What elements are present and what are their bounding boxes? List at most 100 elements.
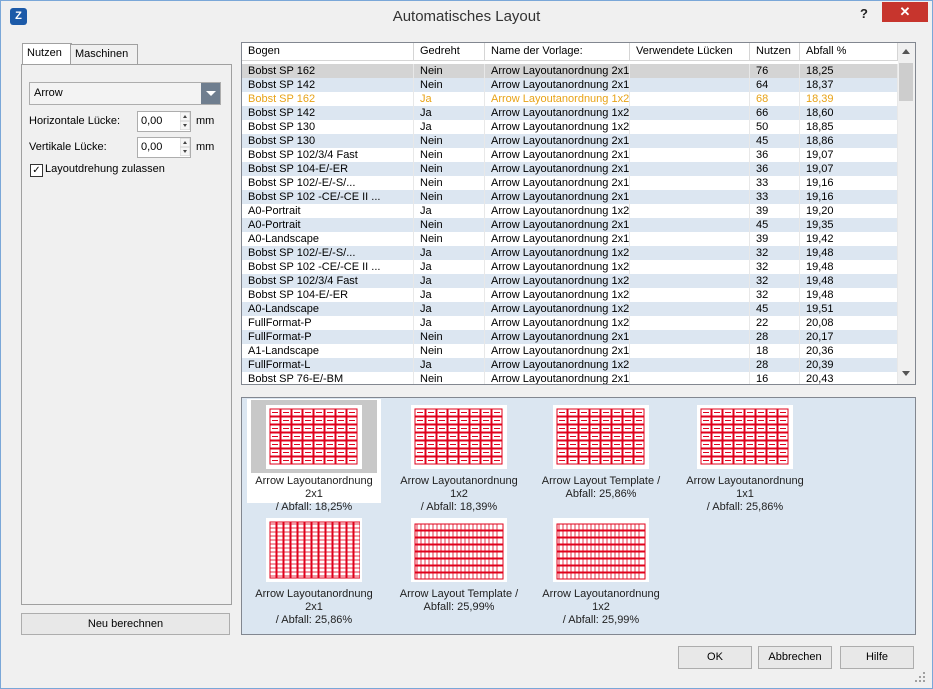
table-row[interactable]: Bobst SP 142 Nein Arrow Layoutanordnung 2x… xyxy=(242,78,898,92)
table-row[interactable]: A0-Portrait Nein Arrow Layoutanordnung 2x1… xyxy=(242,218,898,232)
table-row[interactable]: A0-Portrait Ja Arrow Layoutanordnung 1x2 39… xyxy=(242,204,898,218)
preview-label-line1: Arrow Layoutanordnung 1x2 xyxy=(400,475,518,500)
table-cell: Arrow Layoutanordnung 2x1 xyxy=(485,330,630,344)
preview-label-line2: / Abfall: 25,86% xyxy=(275,614,353,626)
close-button[interactable]: ✕ xyxy=(882,2,928,22)
table-row[interactable]: Bobst SP 102 -CE/-CE II ... Ja Arrow Layou… xyxy=(242,260,898,274)
table-row[interactable]: FullFormat-P Nein Arrow Layoutanordnung 2x… xyxy=(242,330,898,344)
v-gap-stepper-icon[interactable] xyxy=(180,138,190,156)
help-icon[interactable]: ? xyxy=(853,6,875,24)
scroll-up-icon[interactable] xyxy=(902,49,910,54)
table-row[interactable]: Bobst SP 130 Nein Arrow Layoutanordnung 2x… xyxy=(242,134,898,148)
preview-label-line2: / Abfall: 25,99% xyxy=(562,614,640,626)
table-scrollbar[interactable] xyxy=(898,43,915,384)
table-row[interactable]: Bobst SP 102/3/4 Fast Nein Arrow Layoutano… xyxy=(242,148,898,162)
table-row[interactable]: Bobst SP 102/-E/-S/... Ja Arrow Layoutanor… xyxy=(242,246,898,260)
table-cell: 33 xyxy=(750,176,800,190)
table-cell: 32 xyxy=(750,246,800,260)
table-cell xyxy=(630,162,750,176)
table-cell: 20,43 xyxy=(800,372,898,384)
layout-preview-item[interactable]: Arrow Layout Template / Abfall: 25,99% xyxy=(392,512,526,616)
h-gap-stepper-icon[interactable] xyxy=(180,112,190,130)
rotation-checkbox[interactable]: ✓ xyxy=(30,164,43,177)
layout-preview-item[interactable]: Arrow Layoutanordnung 1x2/ Abfall: 18,39… xyxy=(392,399,526,513)
table-row[interactable]: Bobst SP 104-E/-ER Ja Arrow Layoutanordnun… xyxy=(242,288,898,302)
table-cell: Arrow Layoutanordnung 1x2 xyxy=(485,316,630,330)
table-cell: Ja xyxy=(414,106,485,120)
table-row[interactable]: Bobst SP 104-E/-ER Nein Arrow Layoutanordn… xyxy=(242,162,898,176)
table-cell: Arrow Layoutanordnung 1x2 xyxy=(485,358,630,372)
table-row[interactable]: Bobst SP 162 Ja Arrow Layoutanordnung 1x2 6… xyxy=(242,92,898,106)
layout-preview-item[interactable]: Arrow Layoutanordnung 1x1/ Abfall: 25,86… xyxy=(678,399,812,513)
table-cell: Bobst SP 104-E/-ER xyxy=(242,162,414,176)
table-cell: 64 xyxy=(750,78,800,92)
table-cell: 39 xyxy=(750,204,800,218)
tab-nutzen[interactable]: Nutzen xyxy=(22,43,72,65)
table-cell: 18,37 xyxy=(800,78,898,92)
table-row[interactable]: FullFormat-P Ja Arrow Layoutanordnung 1x2 2… xyxy=(242,316,898,330)
recalculate-button[interactable]: Neu berechnen xyxy=(21,613,230,635)
ok-button[interactable]: OK xyxy=(678,646,752,669)
table-row[interactable]: A0-Landscape Ja Arrow Layoutanordnung 1x2 4… xyxy=(242,302,898,316)
layout-preview-item[interactable]: Arrow Layout Template / Abfall: 25,86% xyxy=(534,399,668,503)
table-cell: 20,36 xyxy=(800,344,898,358)
table-cell: Nein xyxy=(414,176,485,190)
table-cell: A0-Landscape xyxy=(242,302,414,316)
dialog-window: Z Automatisches Layout ? ✕ Nutzen Maschi… xyxy=(0,0,933,689)
resize-grip-icon[interactable] xyxy=(913,670,927,684)
table-cell xyxy=(630,260,750,274)
table-row[interactable]: A1-Landscape Nein Arrow Layoutanordnung 2x… xyxy=(242,344,898,358)
table-cell: Arrow Layoutanordnung 1x2 xyxy=(485,274,630,288)
table-cell xyxy=(630,316,750,330)
column-header[interactable]: Name der Vorlage: xyxy=(485,43,630,60)
table-cell: 36 xyxy=(750,148,800,162)
v-gap-value: 0,00 xyxy=(141,141,163,153)
table-cell: Arrow Layoutanordnung 1x2 xyxy=(485,106,630,120)
table-cell: Arrow Layoutanordnung 2x1 xyxy=(485,344,630,358)
table-cell: 66 xyxy=(750,106,800,120)
table-cell xyxy=(630,190,750,204)
column-header[interactable]: Abfall % xyxy=(800,43,898,60)
table-cell: Ja xyxy=(414,92,485,106)
table-row[interactable]: Bobst SP 130 Ja Arrow Layoutanordnung 1x2 5… xyxy=(242,120,898,134)
table-cell: 50 xyxy=(750,120,800,134)
table-row[interactable]: Bobst SP 102 -CE/-CE II ... Nein Arrow Lay… xyxy=(242,190,898,204)
table-cell: Ja xyxy=(414,316,485,330)
table-cell: Nein xyxy=(414,78,485,92)
table-row[interactable]: Bobst SP 102/-E/-S/... Nein Arrow Layoutan… xyxy=(242,176,898,190)
table-cell: 33 xyxy=(750,190,800,204)
table-row[interactable]: FullFormat-L Ja Arrow Layoutanordnung 1x2 2… xyxy=(242,358,898,372)
preview-label: Arrow Layoutanordnung 2x1/ Abfall: 25,86… xyxy=(247,588,381,627)
column-header[interactable]: Verwendete Lücken xyxy=(630,43,750,60)
column-header[interactable]: Nutzen xyxy=(750,43,800,60)
help-button[interactable]: Hilfe xyxy=(840,646,914,669)
tab-maschinen[interactable]: Maschinen xyxy=(70,44,138,64)
table-cell: Nein xyxy=(414,330,485,344)
column-header[interactable]: Bogen xyxy=(242,43,414,60)
table-row[interactable]: Bobst SP 102/3/4 Fast Ja Arrow Layoutanord… xyxy=(242,274,898,288)
table-cell: Arrow Layoutanordnung 2x1 xyxy=(485,64,630,78)
table-row[interactable]: Bobst SP 76-E/-BM Nein Arrow Layoutanordnu… xyxy=(242,372,898,384)
column-header[interactable]: Gedreht xyxy=(414,43,485,60)
table-cell: 20,17 xyxy=(800,330,898,344)
table-cell: Arrow Layoutanordnung 1x2 xyxy=(485,204,630,218)
table-cell: Arrow Layoutanordnung 2x1 xyxy=(485,372,630,384)
table-cell xyxy=(630,288,750,302)
cancel-button[interactable]: Abbrechen xyxy=(758,646,832,669)
scroll-thumb[interactable] xyxy=(899,63,913,101)
table-row[interactable]: Bobst SP 162 Nein Arrow Layoutanordnung 2x… xyxy=(242,64,898,78)
table-cell: Arrow Layoutanordnung 2x1 xyxy=(485,190,630,204)
scroll-down-icon[interactable] xyxy=(902,371,910,376)
layout-preview-item[interactable]: Arrow Layoutanordnung 2x1/ Abfall: 18,25… xyxy=(247,399,381,513)
template-combo[interactable]: Arrow xyxy=(29,82,221,105)
table-cell: Arrow Layoutanordnung 2x1 xyxy=(485,148,630,162)
layout-preview-item[interactable]: Arrow Layoutanordnung 1x2/ Abfall: 25,99… xyxy=(534,512,668,626)
chevron-down-icon[interactable] xyxy=(201,83,220,104)
table-cell: 19,42 xyxy=(800,232,898,246)
table-row[interactable]: A0-Landscape Nein Arrow Layoutanordnung 2x… xyxy=(242,232,898,246)
table-cell: 45 xyxy=(750,134,800,148)
table-row[interactable]: Bobst SP 142 Ja Arrow Layoutanordnung 1x2 6… xyxy=(242,106,898,120)
layout-preview-item[interactable]: Arrow Layoutanordnung 2x1/ Abfall: 25,86… xyxy=(247,512,381,626)
table-cell: 36 xyxy=(750,162,800,176)
table-cell: FullFormat-L xyxy=(242,358,414,372)
